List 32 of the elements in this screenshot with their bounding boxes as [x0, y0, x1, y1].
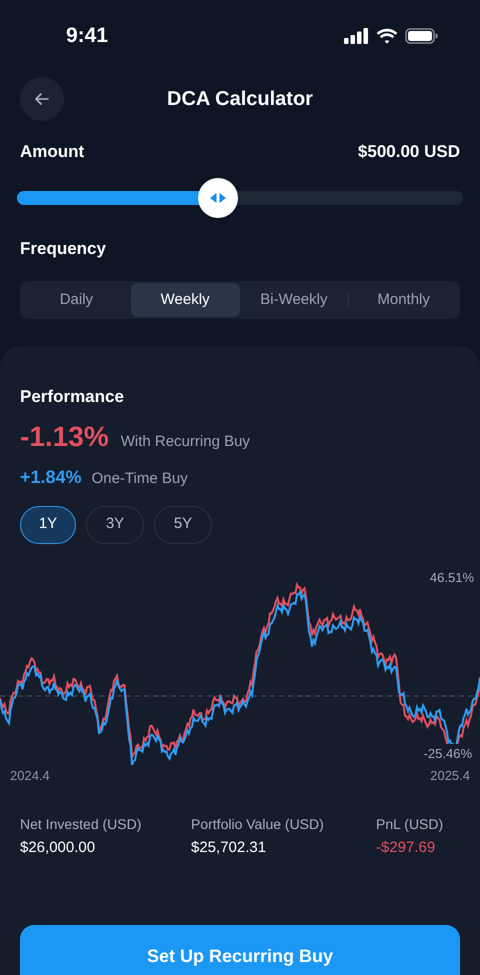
stat-label: Net Invested (USD) [20, 814, 142, 834]
period-button[interactable]: 1Y [20, 506, 76, 544]
stat-value: $26,000.00 [20, 838, 96, 858]
result-percentage: +1.84% [20, 466, 82, 488]
frequency-tab[interactable]: Monthly [349, 283, 458, 317]
status-time: 9:41 [66, 23, 108, 50]
amount-value: $500.00 USD [358, 141, 460, 163]
period-button[interactable]: 5Y [154, 506, 212, 544]
wifi-icon [376, 28, 398, 44]
stat-label: PnL (USD) [376, 814, 444, 834]
result-label: With Recurring Buy [120, 432, 250, 452]
result-label: One-Time Buy [92, 468, 188, 488]
performance-title: Performance [19, 386, 125, 408]
slider-thumb[interactable] [198, 178, 238, 218]
back-arrow-icon [33, 90, 51, 108]
amount-label: Amount [20, 141, 84, 163]
frequency-label: Frequency [19, 238, 107, 260]
back-button[interactable] [20, 77, 64, 121]
battery-icon [405, 28, 438, 44]
stat-label: Portfolio Value (USD) [191, 814, 325, 834]
drag-arrows-icon [208, 192, 227, 202]
chart-start-date: 2024.4 [10, 766, 50, 784]
frequency-tab[interactable]: Bi-Weekly [240, 283, 348, 317]
screen-title: DCA Calculator [167, 87, 313, 112]
stat-value: $25,702.31 [191, 838, 268, 858]
frequency-tab[interactable]: Weekly [130, 283, 240, 317]
result-percentage: -1.13% [20, 420, 109, 454]
signal-icon [344, 28, 369, 44]
stat-value: -$297.69 [376, 838, 436, 858]
frequency-tab[interactable]: Daily [22, 283, 131, 317]
period-button[interactable]: 3Y [86, 506, 144, 544]
chart-end-date: 2025.4 [430, 766, 470, 784]
